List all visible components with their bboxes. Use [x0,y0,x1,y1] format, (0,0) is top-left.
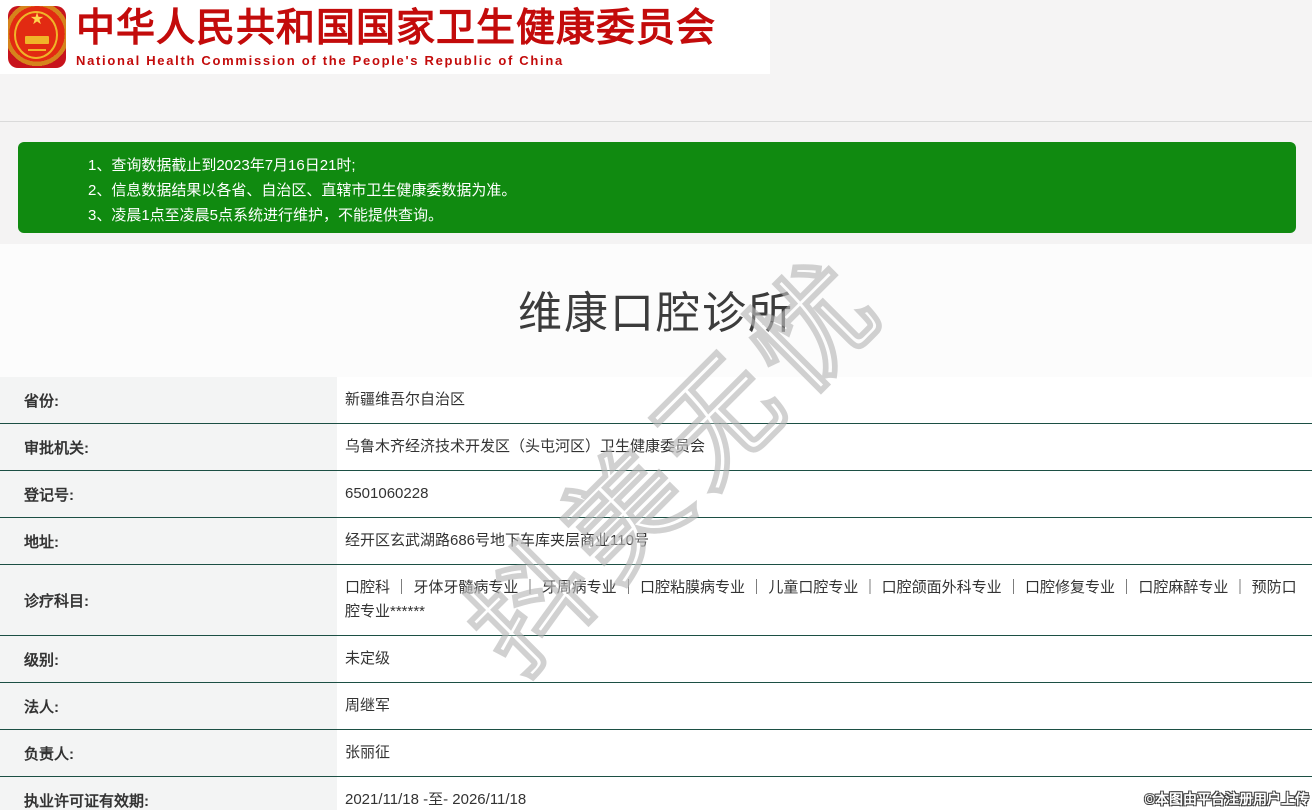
national-emblem-icon: ★ [8,6,66,68]
notice-item-3: 3、凌晨1点至凌晨5点系统进行维护，不能提供查询。 [88,203,1276,228]
row-value: 未定级 [337,636,1312,682]
row-label: 负责人: [0,730,337,776]
page-header: ★ 中华人民共和国国家卫生健康委员会 National Health Commi… [0,0,1312,74]
notice-item-2: 2、信息数据结果以各省、自治区、直辖市卫生健康委数据为准。 [88,178,1276,203]
row-label: 审批机关: [0,424,337,470]
emblem-gate [25,36,49,44]
table-row-province: 省份: 新疆维吾尔自治区 [0,377,1312,424]
header-divider-band [0,74,1312,122]
site-title-chinese: 中华人民共和国国家卫生健康委员会 [76,7,716,51]
table-row-address: 地址: 经开区玄武湖路686号地下车库夹层商业110号 [0,518,1312,565]
table-row-level: 级别: 未定级 [0,636,1312,683]
clinic-info-table: 省份: 新疆维吾尔自治区 审批机关: 乌鲁木齐经济技术开发区（头屯河区）卫生健康… [0,377,1312,810]
row-label: 诊疗科目: [0,565,337,635]
table-row-registration-number: 登记号: 6501060228 [0,471,1312,518]
row-value: 新疆维吾尔自治区 [337,377,1312,423]
table-row-legal-person: 法人: 周继军 [0,683,1312,730]
notice-box: 1、查询数据截止到2023年7月16日21时; 2、信息数据结果以各省、自治区、… [18,142,1296,233]
result-content: 维康口腔诊所 省份: 新疆维吾尔自治区 审批机关: 乌鲁木齐经济技术开发区（头屯… [0,244,1312,810]
table-row-person-in-charge: 负责人: 张丽征 [0,730,1312,777]
notice-section: 1、查询数据截止到2023年7月16日21时; 2、信息数据结果以各省、自治区、… [0,122,1312,244]
row-label: 登记号: [0,471,337,517]
row-label: 地址: [0,518,337,564]
row-label: 执业许可证有效期: [0,777,337,810]
row-value: 经开区玄武湖路686号地下车库夹层商业110号 [337,518,1312,564]
emblem-star-icon: ★ [8,12,66,28]
table-row-license-validity: 执业许可证有效期: 2021/11/18 -至- 2026/11/18 [0,777,1312,810]
header-logo-block: ★ 中华人民共和国国家卫生健康委员会 National Health Commi… [0,0,770,74]
row-label: 法人: [0,683,337,729]
header-titles: 中华人民共和国国家卫生健康委员会 National Health Commiss… [76,7,716,68]
row-value: 口腔科 ｜ 牙体牙髓病专业 ｜ 牙周病专业 ｜ 口腔粘膜病专业 ｜ 儿童口腔专业… [337,565,1312,635]
table-row-approval-authority: 审批机关: 乌鲁木齐经济技术开发区（头屯河区）卫生健康委员会 [0,424,1312,471]
row-value: 周继军 [337,683,1312,729]
copyright-watermark: ©本图由平台注册用户上传 [1145,789,1309,809]
table-row-treatment-subjects: 诊疗科目: 口腔科 ｜ 牙体牙髓病专业 ｜ 牙周病专业 ｜ 口腔粘膜病专业 ｜ … [0,565,1312,636]
row-value: 6501060228 [337,471,1312,517]
row-value: 乌鲁木齐经济技术开发区（头屯河区）卫生健康委员会 [337,424,1312,470]
row-label: 省份: [0,377,337,423]
site-title-english: National Health Commission of the People… [76,53,716,68]
row-value: 张丽征 [337,730,1312,776]
clinic-name-title: 维康口腔诊所 [0,244,1312,341]
row-label: 级别: [0,636,337,682]
notice-item-1: 1、查询数据截止到2023年7月16日21时; [88,153,1276,178]
